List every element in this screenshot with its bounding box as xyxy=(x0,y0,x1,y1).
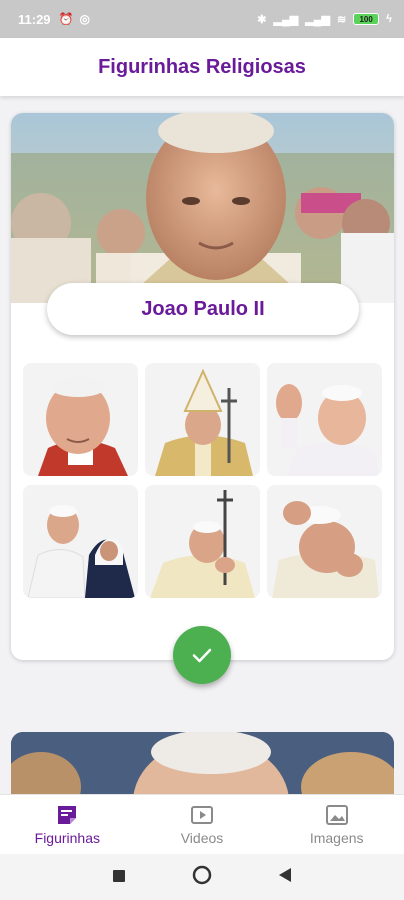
status-bar: 11:29 ⏰ ◎ ✱ ▂▄▆ ▂▄▆ ≋ 100 ϟ xyxy=(0,0,404,38)
app-notification-icon: ◎ xyxy=(79,12,90,26)
nav-label: Videos xyxy=(180,830,224,846)
home-circle-icon[interactable] xyxy=(192,865,212,889)
signal-icon-2: ▂▄▆ xyxy=(305,13,330,26)
pack-cover-image xyxy=(11,113,394,303)
sticker-thumbnail[interactable] xyxy=(267,363,382,476)
next-pack-card[interactable] xyxy=(11,732,394,794)
recents-square-icon[interactable] xyxy=(112,868,126,887)
sticker-thumbnail[interactable] xyxy=(267,485,382,598)
pack-name: Joao Paulo II xyxy=(141,297,265,320)
signal-icon: ▂▄▆ xyxy=(273,13,299,26)
nav-imagens[interactable]: Imagens xyxy=(269,795,404,854)
sticker-thumbnail[interactable] xyxy=(145,485,260,598)
sticker-thumbnail[interactable] xyxy=(23,485,138,598)
wifi-icon: ≋ xyxy=(336,13,347,26)
charging-icon: ϟ xyxy=(386,13,392,25)
nav-figurinhas[interactable]: Figurinhas xyxy=(0,795,135,854)
app-title: Figurinhas Religiosas xyxy=(98,55,306,78)
image-icon xyxy=(325,803,349,827)
bottom-navigation: Figurinhas Videos Imagens xyxy=(0,794,404,854)
battery-icon: 100 xyxy=(353,13,380,25)
system-navigation-bar xyxy=(0,854,404,900)
sticker-thumbnail[interactable] xyxy=(23,363,138,476)
sticker-pack-card[interactable]: Joao Paulo II xyxy=(11,113,394,684)
add-pack-button[interactable] xyxy=(173,626,231,684)
back-triangle-icon[interactable] xyxy=(278,867,292,887)
app-bar: Figurinhas Religiosas xyxy=(0,38,404,96)
sticker-thumbnail[interactable] xyxy=(145,363,260,476)
nav-label: Figurinhas xyxy=(34,830,101,846)
bluetooth-icon: ✱ xyxy=(257,13,267,26)
alarm-icon: ⏰ xyxy=(58,12,74,26)
status-time: 11:29 xyxy=(18,11,51,27)
sticker-grid xyxy=(23,363,383,598)
checkmark-icon xyxy=(192,648,212,663)
nav-videos[interactable]: Videos xyxy=(135,795,270,854)
sticker-note-icon xyxy=(56,803,78,827)
nav-label: Imagens xyxy=(309,830,364,846)
pack-name-pill[interactable]: Joao Paulo II xyxy=(47,283,359,335)
video-play-icon xyxy=(190,803,214,827)
